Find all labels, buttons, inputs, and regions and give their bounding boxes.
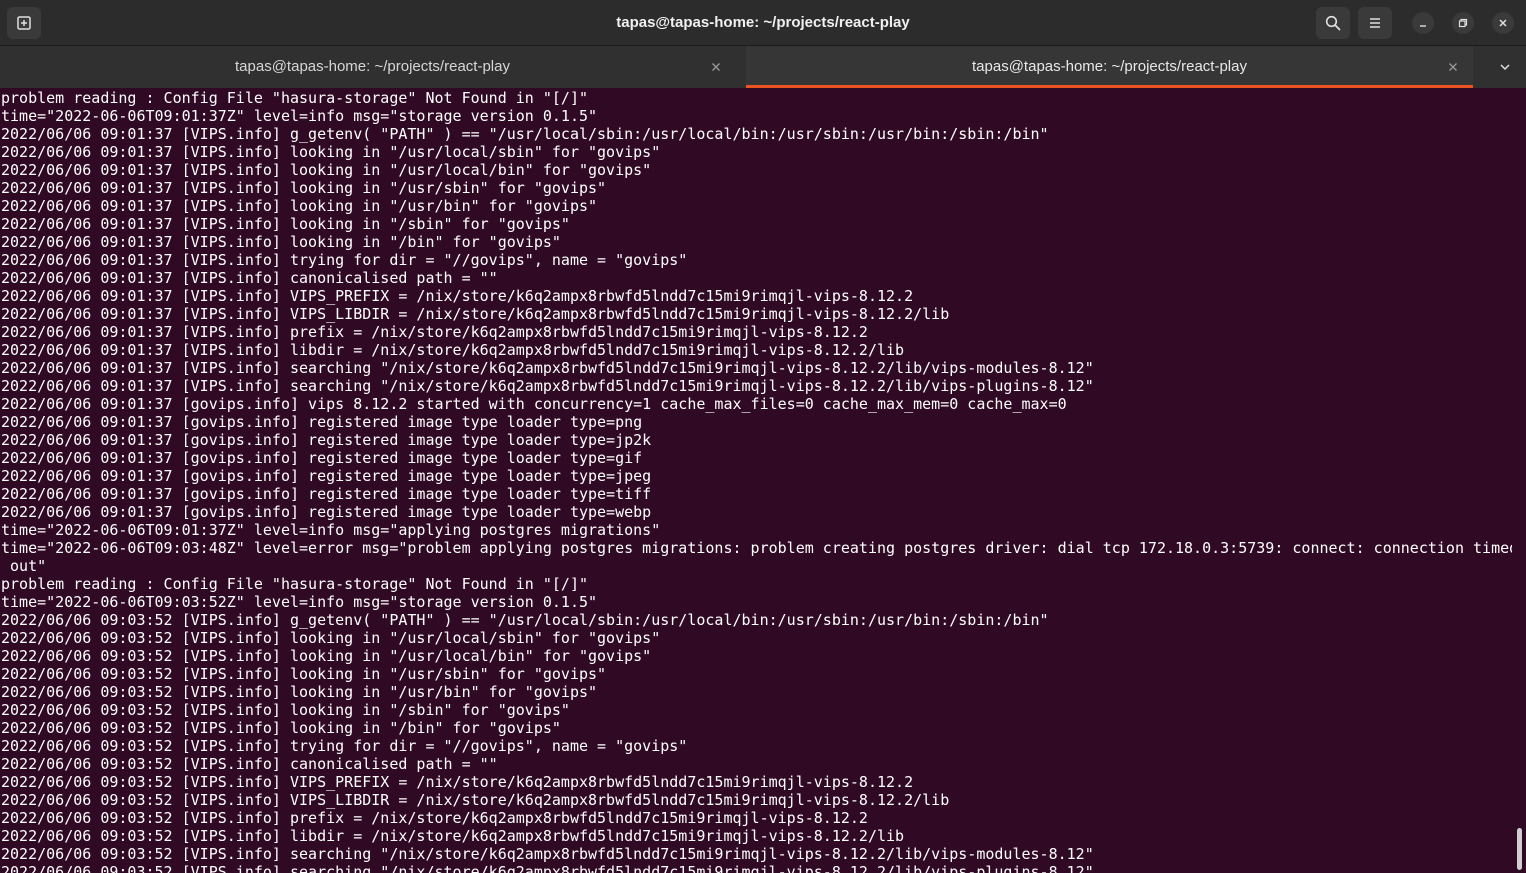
tab-terminal-1[interactable]: tapas@tapas-home: ~/projects/react-play: [0, 46, 745, 88]
terminal-line: out": [1, 557, 47, 575]
maximize-button[interactable]: [1452, 12, 1474, 34]
search-icon: [1325, 15, 1341, 31]
terminal-line: 2022/06/06 09:01:37 [govips.info] vips 8…: [1, 395, 1067, 413]
terminal-line: 2022/06/06 09:01:37 [VIPS.info] looking …: [1, 233, 561, 251]
chevron-down-icon: [1500, 64, 1510, 71]
terminal-line: 2022/06/06 09:01:37 [govips.info] regist…: [1, 503, 652, 521]
close-icon: [712, 63, 720, 71]
terminal-line: time="2022-06-06T09:01:37Z" level=info m…: [1, 521, 661, 539]
terminal-line: 2022/06/06 09:01:37 [govips.info] regist…: [1, 413, 643, 431]
terminal-line: 2022/06/06 09:03:52 [VIPS.info] prefix =…: [1, 809, 868, 827]
terminal-line: 2022/06/06 09:01:37 [VIPS.info] searchin…: [1, 359, 1094, 377]
terminal-line: 2022/06/06 09:01:37 [VIPS.info] trying f…: [1, 251, 688, 269]
terminal-line: 2022/06/06 09:03:52 [VIPS.info] libdir =…: [1, 827, 905, 845]
terminal-line: 2022/06/06 09:01:37 [VIPS.info] searchin…: [1, 377, 1094, 395]
tab-label: tapas@tapas-home: ~/projects/react-play: [972, 58, 1247, 75]
terminal-line: 2022/06/06 09:03:52 [VIPS.info] searchin…: [1, 845, 1094, 863]
terminal-line: 2022/06/06 09:03:52 [VIPS.info] looking …: [1, 683, 598, 701]
terminal-line: time="2022-06-06T09:03:48Z" level=error …: [1, 539, 1512, 557]
terminal-line: problem reading : Config File "hasura-st…: [1, 89, 588, 107]
minimize-icon: [1420, 25, 1426, 27]
close-icon: [1499, 19, 1507, 27]
terminal-line: 2022/06/06 09:01:37 [VIPS.info] VIPS_PRE…: [1, 287, 914, 305]
terminal-line: time="2022-06-06T09:03:52Z" level=info m…: [1, 593, 598, 611]
terminal-line: 2022/06/06 09:01:37 [VIPS.info] looking …: [1, 161, 652, 179]
terminal-output[interactable]: problem reading : Config File "hasura-st…: [0, 89, 1512, 873]
terminal-line: 2022/06/06 09:01:37 [govips.info] regist…: [1, 485, 652, 503]
terminal-line: 2022/06/06 09:03:52 [VIPS.info] trying f…: [1, 737, 688, 755]
terminal-line: 2022/06/06 09:01:37 [VIPS.info] g_getenv…: [1, 125, 1049, 143]
terminal-line: 2022/06/06 09:03:52 [VIPS.info] g_getenv…: [1, 611, 1049, 629]
terminal-line: time="2022-06-06T09:01:37Z" level=info m…: [1, 107, 598, 125]
terminal-line: 2022/06/06 09:03:52 [VIPS.info] looking …: [1, 629, 661, 647]
terminal-line: 2022/06/06 09:03:52 [VIPS.info] looking …: [1, 701, 570, 719]
tab-terminal-2[interactable]: tapas@tapas-home: ~/projects/react-play: [746, 46, 1473, 88]
terminal-line: 2022/06/06 09:01:37 [VIPS.info] canonica…: [1, 269, 498, 287]
terminal-line: 2022/06/06 09:03:52 [VIPS.info] looking …: [1, 719, 561, 737]
tab-label: tapas@tapas-home: ~/projects/react-play: [235, 58, 510, 75]
terminal-line: 2022/06/06 09:03:52 [VIPS.info] looking …: [1, 665, 607, 683]
terminal-line: 2022/06/06 09:03:52 [VIPS.info] VIPS_LIB…: [1, 791, 950, 809]
menu-button[interactable]: [1358, 7, 1392, 39]
close-window-button[interactable]: [1492, 12, 1514, 34]
tab-bar: tapas@tapas-home: ~/projects/react-play …: [0, 46, 1526, 88]
terminal-line: 2022/06/06 09:01:37 [VIPS.info] libdir =…: [1, 341, 905, 359]
terminal-line: 2022/06/06 09:03:52 [VIPS.info] looking …: [1, 647, 652, 665]
search-button[interactable]: [1316, 7, 1350, 39]
terminal-line: 2022/06/06 09:01:37 [VIPS.info] looking …: [1, 179, 607, 197]
terminal-line: problem reading : Config File "hasura-st…: [1, 575, 588, 593]
terminal-line: 2022/06/06 09:01:37 [VIPS.info] looking …: [1, 215, 570, 233]
terminal-line: 2022/06/06 09:01:37 [VIPS.info] VIPS_LIB…: [1, 305, 950, 323]
terminal-line: 2022/06/06 09:01:37 [VIPS.info] looking …: [1, 197, 598, 215]
maximize-icon: [1458, 18, 1468, 28]
tab-list-button[interactable]: [1494, 56, 1516, 78]
close-icon: [1449, 63, 1457, 71]
hamburger-menu-icon: [1370, 18, 1380, 28]
tab-close-button[interactable]: [708, 59, 724, 75]
terminal-line: 2022/06/06 09:01:37 [govips.info] regist…: [1, 449, 643, 467]
terminal-line: 2022/06/06 09:01:37 [govips.info] regist…: [1, 467, 652, 485]
window-title: tapas@tapas-home: ~/projects/react-play: [616, 14, 910, 31]
header-bar: tapas@tapas-home: ~/projects/react-play: [0, 0, 1526, 46]
terminal-line: 2022/06/06 09:03:52 [VIPS.info] searchin…: [1, 863, 1094, 873]
terminal-line: 2022/06/06 09:01:37 [VIPS.info] prefix =…: [1, 323, 868, 341]
terminal-line: 2022/06/06 09:01:37 [govips.info] regist…: [1, 431, 652, 449]
terminal-line: 2022/06/06 09:03:52 [VIPS.info] canonica…: [1, 755, 498, 773]
terminal-line: 2022/06/06 09:01:37 [VIPS.info] looking …: [1, 143, 661, 161]
terminal-scrollbar[interactable]: [1517, 828, 1522, 870]
terminal-line: 2022/06/06 09:03:52 [VIPS.info] VIPS_PRE…: [1, 773, 914, 791]
tab-close-button[interactable]: [1445, 59, 1461, 75]
active-tab-indicator: [746, 85, 1473, 88]
minimize-button[interactable]: [1412, 12, 1434, 34]
